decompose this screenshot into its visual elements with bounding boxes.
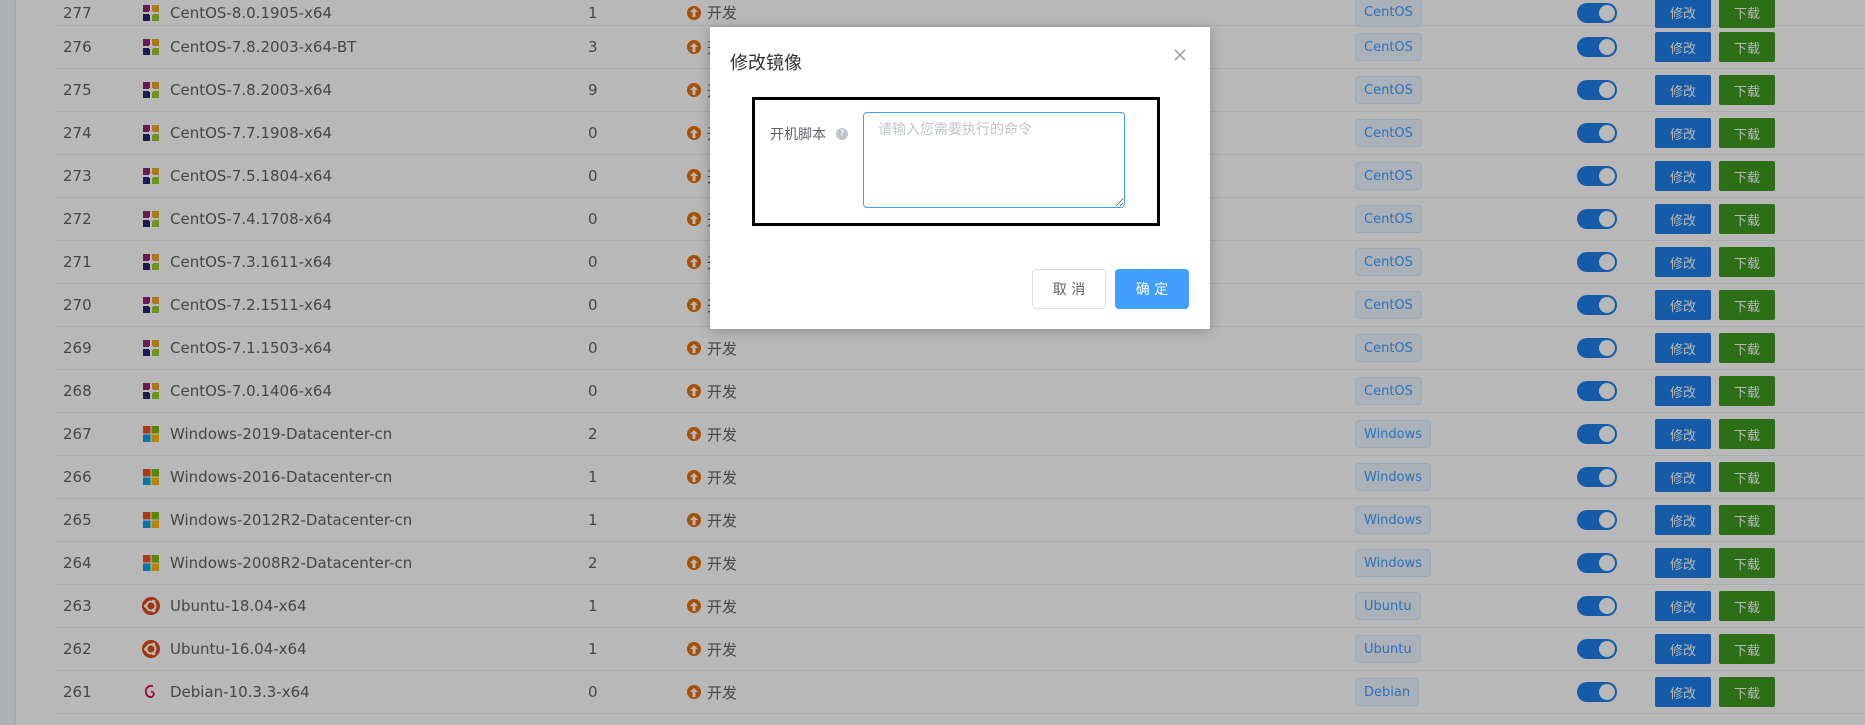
close-icon[interactable] bbox=[1172, 47, 1188, 63]
startup-script-field: 开机脚本 ? bbox=[752, 97, 1160, 226]
startup-script-label: 开机脚本 ? bbox=[770, 124, 848, 144]
startup-script-label-text: 开机脚本 bbox=[770, 127, 826, 143]
question-icon[interactable]: ? bbox=[836, 128, 848, 140]
dialog-title: 修改镜像 bbox=[730, 53, 802, 74]
cancel-button[interactable]: 取 消 bbox=[1032, 269, 1106, 309]
confirm-button[interactable]: 确 定 bbox=[1115, 269, 1189, 309]
edit-image-dialog: 修改镜像 开机脚本 ? 取 消 确 定 bbox=[710, 27, 1210, 329]
startup-script-input[interactable] bbox=[863, 112, 1125, 208]
